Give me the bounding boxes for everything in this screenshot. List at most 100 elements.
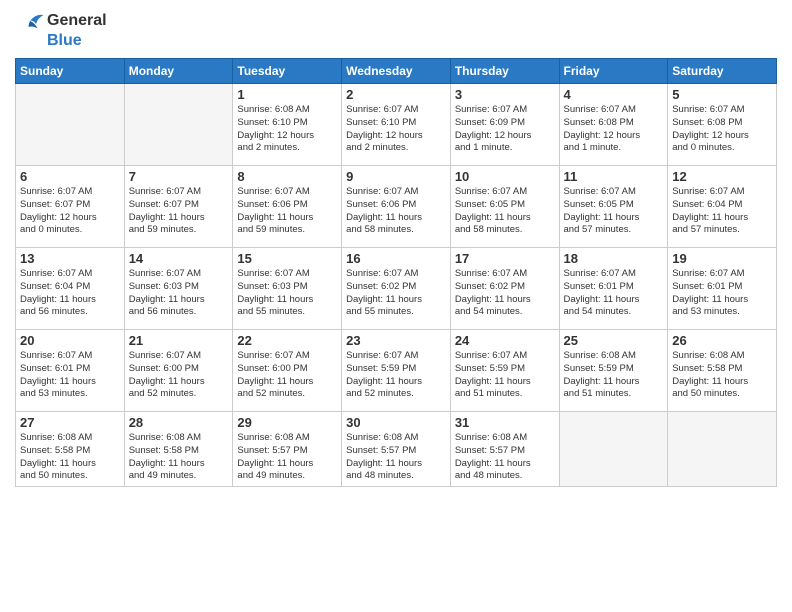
cell-info-line: and 51 minutes.	[564, 388, 664, 401]
cell-info-line: Daylight: 11 hours	[20, 458, 120, 471]
day-number: 16	[346, 251, 446, 266]
cell-info-line: Sunrise: 6:08 AM	[564, 350, 664, 363]
cell-info-line: Sunrise: 6:07 AM	[20, 268, 120, 281]
cell-info-line: and 0 minutes.	[672, 142, 772, 155]
cell-info-line: Daylight: 11 hours	[346, 458, 446, 471]
cell-info-line: Sunrise: 6:08 AM	[129, 432, 229, 445]
cell-info-line: and 1 minute.	[564, 142, 664, 155]
cell-info-line: Daylight: 12 hours	[564, 130, 664, 143]
cell-info-line: and 56 minutes.	[20, 306, 120, 319]
cell-info-line: Daylight: 11 hours	[346, 294, 446, 307]
cell-info-line: and 54 minutes.	[564, 306, 664, 319]
calendar-cell: 9Sunrise: 6:07 AMSunset: 6:06 PMDaylight…	[342, 166, 451, 248]
cell-info-line: Daylight: 11 hours	[20, 376, 120, 389]
calendar-cell: 8Sunrise: 6:07 AMSunset: 6:06 PMDaylight…	[233, 166, 342, 248]
day-number: 17	[455, 251, 555, 266]
cell-info-line: and 50 minutes.	[672, 388, 772, 401]
cell-info-line: Sunrise: 6:07 AM	[346, 350, 446, 363]
calendar-cell: 16Sunrise: 6:07 AMSunset: 6:02 PMDayligh…	[342, 248, 451, 330]
cell-info-line: Daylight: 11 hours	[672, 376, 772, 389]
cell-info-line: Sunset: 5:58 PM	[129, 445, 229, 458]
calendar-cell: 18Sunrise: 6:07 AMSunset: 6:01 PMDayligh…	[559, 248, 668, 330]
weekday-header-tuesday: Tuesday	[233, 59, 342, 84]
week-row-4: 20Sunrise: 6:07 AMSunset: 6:01 PMDayligh…	[16, 330, 777, 412]
cell-info-line: Sunset: 6:10 PM	[237, 117, 337, 130]
cell-info-line: Sunrise: 6:08 AM	[237, 104, 337, 117]
day-number: 18	[564, 251, 664, 266]
cell-info-line: Sunset: 6:00 PM	[129, 363, 229, 376]
logo-general-text: General	[47, 12, 107, 30]
day-number: 3	[455, 87, 555, 102]
day-number: 29	[237, 415, 337, 430]
cell-info-line: Sunrise: 6:08 AM	[237, 432, 337, 445]
weekday-row: SundayMondayTuesdayWednesdayThursdayFrid…	[16, 59, 777, 84]
day-number: 19	[672, 251, 772, 266]
weekday-header-sunday: Sunday	[16, 59, 125, 84]
day-number: 5	[672, 87, 772, 102]
weekday-header-thursday: Thursday	[450, 59, 559, 84]
week-row-1: 1Sunrise: 6:08 AMSunset: 6:10 PMDaylight…	[16, 84, 777, 166]
cell-info-line: Sunrise: 6:08 AM	[346, 432, 446, 445]
cell-info-line: Daylight: 11 hours	[346, 376, 446, 389]
cell-info-line: Sunrise: 6:07 AM	[237, 268, 337, 281]
cell-info-line: Sunrise: 6:07 AM	[129, 350, 229, 363]
cell-info-line: Sunset: 6:05 PM	[455, 199, 555, 212]
cell-info-line: Daylight: 11 hours	[455, 376, 555, 389]
calendar-cell: 25Sunrise: 6:08 AMSunset: 5:59 PMDayligh…	[559, 330, 668, 412]
calendar-cell: 4Sunrise: 6:07 AMSunset: 6:08 PMDaylight…	[559, 84, 668, 166]
cell-info-line: Daylight: 11 hours	[20, 294, 120, 307]
day-number: 22	[237, 333, 337, 348]
calendar-cell: 20Sunrise: 6:07 AMSunset: 6:01 PMDayligh…	[16, 330, 125, 412]
day-number: 24	[455, 333, 555, 348]
cell-info-line: Daylight: 11 hours	[237, 376, 337, 389]
calendar-cell: 6Sunrise: 6:07 AMSunset: 6:07 PMDaylight…	[16, 166, 125, 248]
cell-info-line: and 54 minutes.	[455, 306, 555, 319]
cell-info-line: Sunset: 6:08 PM	[564, 117, 664, 130]
day-number: 4	[564, 87, 664, 102]
cell-info-line: Daylight: 11 hours	[129, 294, 229, 307]
cell-info-line: Daylight: 11 hours	[455, 294, 555, 307]
day-number: 11	[564, 169, 664, 184]
cell-info-line: Sunrise: 6:07 AM	[20, 186, 120, 199]
weekday-header-wednesday: Wednesday	[342, 59, 451, 84]
day-number: 31	[455, 415, 555, 430]
calendar-cell: 24Sunrise: 6:07 AMSunset: 5:59 PMDayligh…	[450, 330, 559, 412]
cell-info-line: Sunset: 6:02 PM	[455, 281, 555, 294]
cell-info-line: and 53 minutes.	[20, 388, 120, 401]
weekday-header-monday: Monday	[124, 59, 233, 84]
day-number: 20	[20, 333, 120, 348]
cell-info-line: and 55 minutes.	[346, 306, 446, 319]
cell-info-line: Daylight: 11 hours	[564, 294, 664, 307]
cell-info-line: Sunset: 6:03 PM	[129, 281, 229, 294]
week-row-2: 6Sunrise: 6:07 AMSunset: 6:07 PMDaylight…	[16, 166, 777, 248]
calendar-cell: 27Sunrise: 6:08 AMSunset: 5:58 PMDayligh…	[16, 412, 125, 487]
calendar-body: 1Sunrise: 6:08 AMSunset: 6:10 PMDaylight…	[16, 84, 777, 487]
cell-info-line: and 59 minutes.	[129, 224, 229, 237]
cell-info-line: Sunrise: 6:07 AM	[672, 104, 772, 117]
cell-info-line: and 2 minutes.	[346, 142, 446, 155]
cell-info-line: Daylight: 12 hours	[237, 130, 337, 143]
day-number: 27	[20, 415, 120, 430]
cell-info-line: Sunset: 6:10 PM	[346, 117, 446, 130]
logo-bird-icon	[15, 10, 45, 32]
cell-info-line: and 49 minutes.	[237, 470, 337, 483]
cell-info-line: Daylight: 11 hours	[672, 212, 772, 225]
cell-info-line: Daylight: 11 hours	[129, 376, 229, 389]
calendar-cell	[124, 84, 233, 166]
calendar-cell	[559, 412, 668, 487]
calendar-cell	[16, 84, 125, 166]
cell-info-line: and 50 minutes.	[20, 470, 120, 483]
calendar-cell: 7Sunrise: 6:07 AMSunset: 6:07 PMDaylight…	[124, 166, 233, 248]
header: General Blue	[15, 10, 777, 50]
calendar-cell: 2Sunrise: 6:07 AMSunset: 6:10 PMDaylight…	[342, 84, 451, 166]
cell-info-line: Daylight: 11 hours	[129, 458, 229, 471]
cell-info-line: Sunrise: 6:07 AM	[346, 104, 446, 117]
day-number: 6	[20, 169, 120, 184]
cell-info-line: Sunset: 5:57 PM	[237, 445, 337, 458]
cell-info-line: and 48 minutes.	[455, 470, 555, 483]
cell-info-line: and 57 minutes.	[672, 224, 772, 237]
cell-info-line: and 49 minutes.	[129, 470, 229, 483]
cell-info-line: Daylight: 11 hours	[564, 376, 664, 389]
cell-info-line: Sunrise: 6:07 AM	[346, 186, 446, 199]
calendar-cell: 1Sunrise: 6:08 AMSunset: 6:10 PMDaylight…	[233, 84, 342, 166]
